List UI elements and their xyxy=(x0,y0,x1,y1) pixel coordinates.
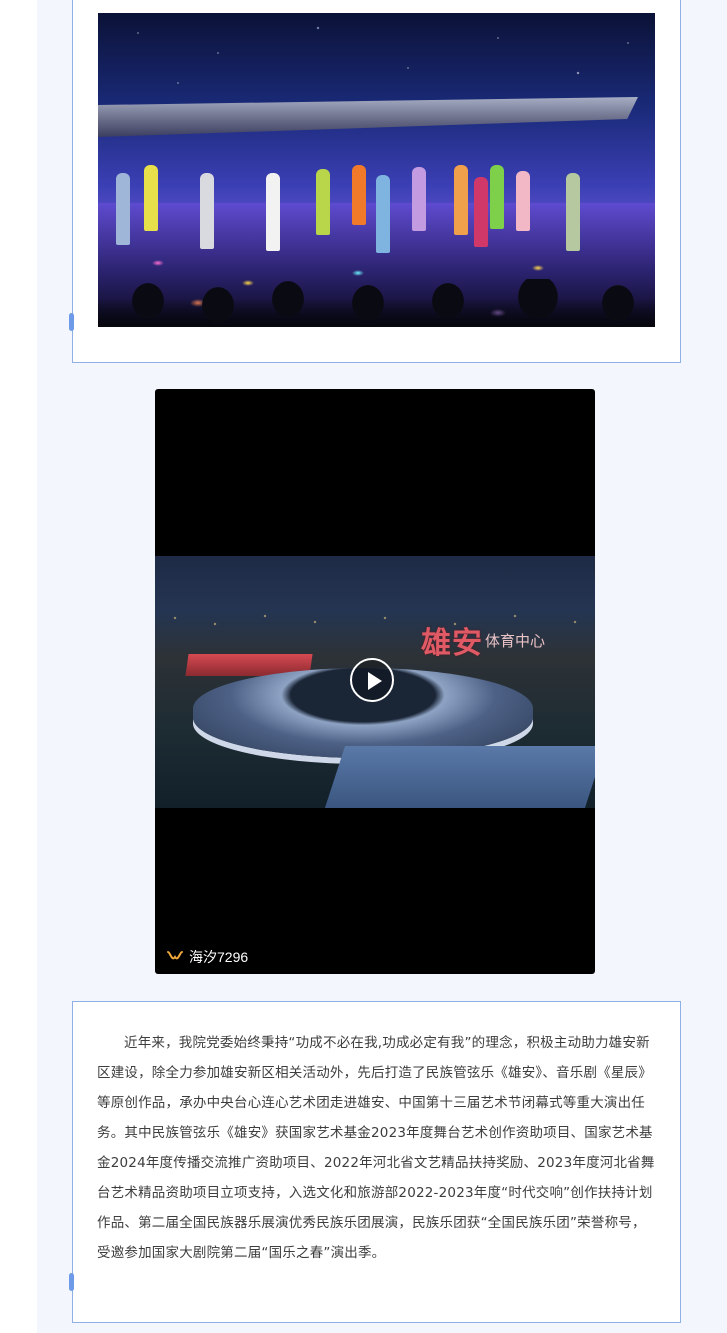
video-title-sub: 体育中心 xyxy=(485,632,546,650)
photo-performer xyxy=(116,173,130,245)
watermark-text: 海汐7296 xyxy=(189,949,249,965)
photo-performer xyxy=(144,165,158,231)
video-title-mark: 雄安 xyxy=(421,626,483,661)
photo-performer xyxy=(454,165,468,235)
video-flat-building xyxy=(324,746,595,808)
play-icon[interactable] xyxy=(350,658,394,702)
photo-performer xyxy=(266,173,280,251)
photo-performer xyxy=(516,171,530,231)
article-paragraph: 近年来，我院党委始终秉持“功成不必在我,功成必定有我”的理念，积极主动助力雄安新… xyxy=(97,1035,655,1261)
photo-audience-silhouettes xyxy=(98,279,655,327)
photo-performer xyxy=(474,177,488,247)
video-player[interactable]: 雄安 体育中心 海汐7296 xyxy=(155,389,595,974)
photo-performer xyxy=(316,169,330,235)
photo-performer xyxy=(490,165,504,229)
photo-performer xyxy=(566,173,580,251)
photo-performer xyxy=(200,173,214,249)
card-side-tab xyxy=(69,1273,74,1291)
stage-performance-photo[interactable] xyxy=(98,13,655,327)
channels-logo-icon xyxy=(167,951,183,960)
photo-performer xyxy=(352,165,366,225)
photo-performer xyxy=(376,175,390,253)
video-watermark: 海汐7296 xyxy=(167,947,248,967)
card-side-tab xyxy=(69,313,74,331)
photo-performer xyxy=(412,167,426,231)
